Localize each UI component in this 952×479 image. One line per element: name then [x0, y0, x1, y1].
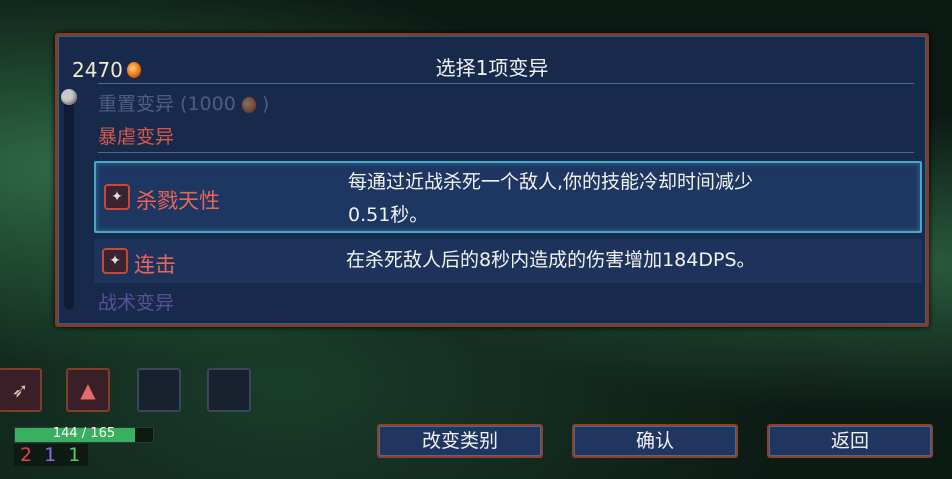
weapon-slot-boot[interactable]: ▲: [66, 368, 110, 412]
confirm-button[interactable]: 确认: [572, 424, 738, 458]
empty-skill-slot[interactable]: [207, 368, 251, 412]
health-bar: 144 / 165: [14, 426, 154, 443]
panel-title: 选择1项变异: [435, 56, 549, 80]
divider: [98, 83, 914, 84]
mutation-option-combo[interactable]: ✦ 连击 在杀死敌人后的8秒内造成的伤害增加184DPS。: [94, 239, 922, 283]
reroll-label: 重置变异 (1000: [98, 93, 236, 115]
blade-icon: ✦: [104, 184, 130, 210]
scrollbar-track[interactable]: [64, 94, 74, 310]
section-tactics: 战术变异: [98, 292, 175, 314]
mutation-panel: 2470 选择1项变异 重置变异 (1000 ) 暴虐变异 ✦ 杀戮天性 每通过…: [55, 33, 929, 327]
mutation-option-killer-instinct[interactable]: ✦ 杀戮天性 每通过近战杀死一个敌人,你的技能冷却时间减少 0.51秒。: [94, 161, 922, 233]
mutation-description: 在杀死敌人后的8秒内造成的伤害增加184DPS。: [346, 249, 756, 271]
gold-icon: [241, 96, 256, 113]
crossbow-icon: ➶: [11, 378, 29, 402]
weapon-slot-crossbow[interactable]: ➶: [0, 368, 42, 412]
stat-counters: 2 1 1: [14, 444, 88, 466]
stat-tactics: 1: [44, 444, 57, 466]
scrollbar-thumb[interactable]: [61, 89, 77, 105]
stat-brutality: 2: [20, 444, 33, 466]
mutation-name: 连击: [134, 253, 176, 277]
boot-icon: ▲: [80, 378, 96, 402]
reroll-option[interactable]: 重置变异 (1000 ): [98, 89, 269, 116]
stat-survival: 1: [68, 444, 81, 466]
section-brutality: 暴虐变异: [98, 126, 175, 148]
mutation-description: 每通过近战杀死一个敌人,你的技能冷却时间减少 0.51秒。: [348, 171, 754, 226]
mutation-name: 杀戮天性: [136, 189, 220, 213]
health-text: 144 / 165: [52, 426, 116, 441]
combo-icon: ✦: [102, 248, 128, 274]
divider: [98, 152, 914, 153]
change-category-button[interactable]: 改变类别: [377, 424, 543, 458]
empty-skill-slot[interactable]: [137, 368, 181, 412]
back-button[interactable]: 返回: [767, 424, 933, 458]
